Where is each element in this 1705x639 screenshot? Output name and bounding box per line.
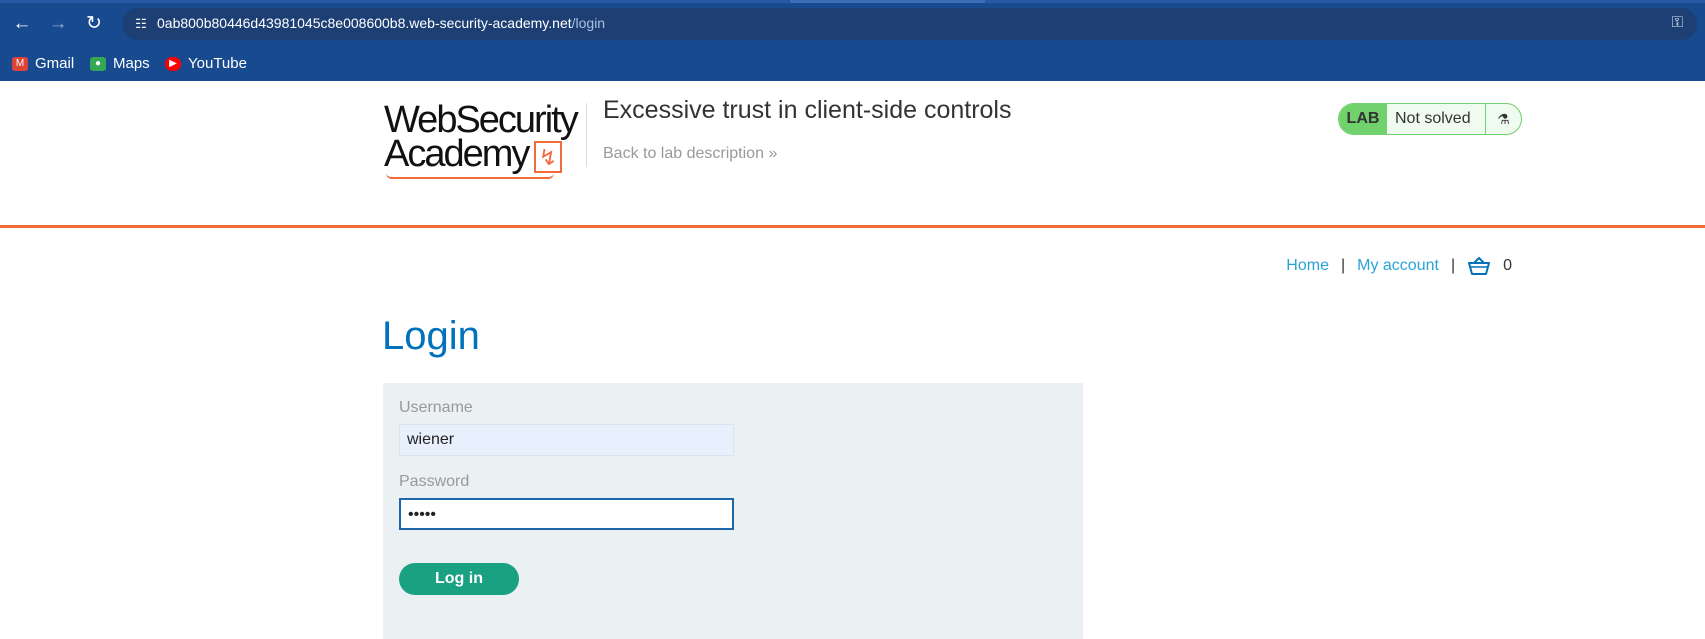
cart-icon[interactable] — [1467, 257, 1491, 275]
my-account-link[interactable]: My account — [1357, 257, 1439, 275]
reload-icon[interactable]: ↻ — [82, 12, 106, 36]
site-info-icon[interactable]: ☷ — [130, 13, 152, 35]
lab-tag: LAB — [1339, 104, 1387, 134]
tab-indicator[interactable] — [790, 0, 985, 3]
bookmarks-bar: M Gmail ● Maps ▶ YouTube — [0, 47, 1705, 81]
tab-strip — [0, 0, 1705, 3]
bookmark-label: Maps — [113, 55, 150, 72]
password-input[interactable]: ••••• — [399, 498, 734, 530]
web-security-academy-logo[interactable]: WebSecurity Academy ↯ — [384, 101, 584, 179]
maps-icon: ● — [90, 56, 106, 71]
bookmark-gmail[interactable]: M Gmail — [12, 55, 74, 72]
login-button[interactable]: Log in — [399, 563, 519, 595]
lab-status-text: Not solved — [1395, 110, 1471, 127]
browser-toolbar: ← → ↻ ☷ 0ab800b80446d43981045c8e008600b8… — [0, 0, 1705, 47]
youtube-icon: ▶ — [165, 56, 181, 71]
logo-swoosh — [386, 173, 554, 179]
bookmark-youtube[interactable]: ▶ YouTube — [165, 55, 247, 72]
top-navigation: Home | My account | 0 — [1286, 257, 1512, 275]
url-text: 0ab800b80446d43981045c8e008600b8.web-sec… — [157, 15, 605, 31]
flask-icon: ⚗ — [1485, 104, 1521, 134]
password-key-icon[interactable]: ⚿ — [1672, 14, 1683, 31]
forward-icon[interactable]: → — [46, 12, 70, 36]
back-icon[interactable]: ← — [10, 12, 34, 36]
username-input[interactable]: wiener — [399, 424, 734, 456]
header-divider — [586, 103, 587, 167]
username-label: Username — [399, 399, 473, 416]
logo-text-line2: Academy — [384, 133, 530, 175]
password-label: Password — [399, 473, 470, 490]
lab-status-badge: LAB Not solved ⚗ — [1338, 103, 1522, 135]
nav-separator: | — [1450, 257, 1456, 274]
double-chevron-right-icon: » — [768, 145, 778, 162]
url-path: /login — [571, 15, 606, 31]
page-title: Login — [382, 314, 480, 358]
bookmark-maps[interactable]: ● Maps — [90, 55, 150, 72]
lab-title: Excessive trust in client-side controls — [603, 96, 1012, 124]
home-link[interactable]: Home — [1286, 257, 1329, 275]
address-bar[interactable]: ☷ 0ab800b80446d43981045c8e008600b8.web-s… — [122, 8, 1697, 40]
url-host: 0ab800b80446d43981045c8e008600b8.web-sec… — [157, 15, 572, 31]
login-form: Username wiener Password ••••• Log in — [383, 383, 1083, 639]
web-page: WebSecurity Academy ↯ Excessive trust in… — [0, 81, 1705, 639]
bookmark-label: YouTube — [188, 55, 247, 72]
back-to-lab-description-link[interactable]: Back to lab description » — [603, 145, 777, 163]
nav-separator: | — [1340, 257, 1346, 274]
cart-count: 0 — [1503, 257, 1512, 274]
back-link-label: Back to lab description — [603, 145, 764, 162]
lab-header: WebSecurity Academy ↯ Excessive trust in… — [0, 81, 1705, 228]
gmail-icon: M — [12, 56, 28, 71]
lightning-bolt-icon: ↯ — [534, 141, 562, 173]
bookmark-label: Gmail — [35, 55, 75, 72]
